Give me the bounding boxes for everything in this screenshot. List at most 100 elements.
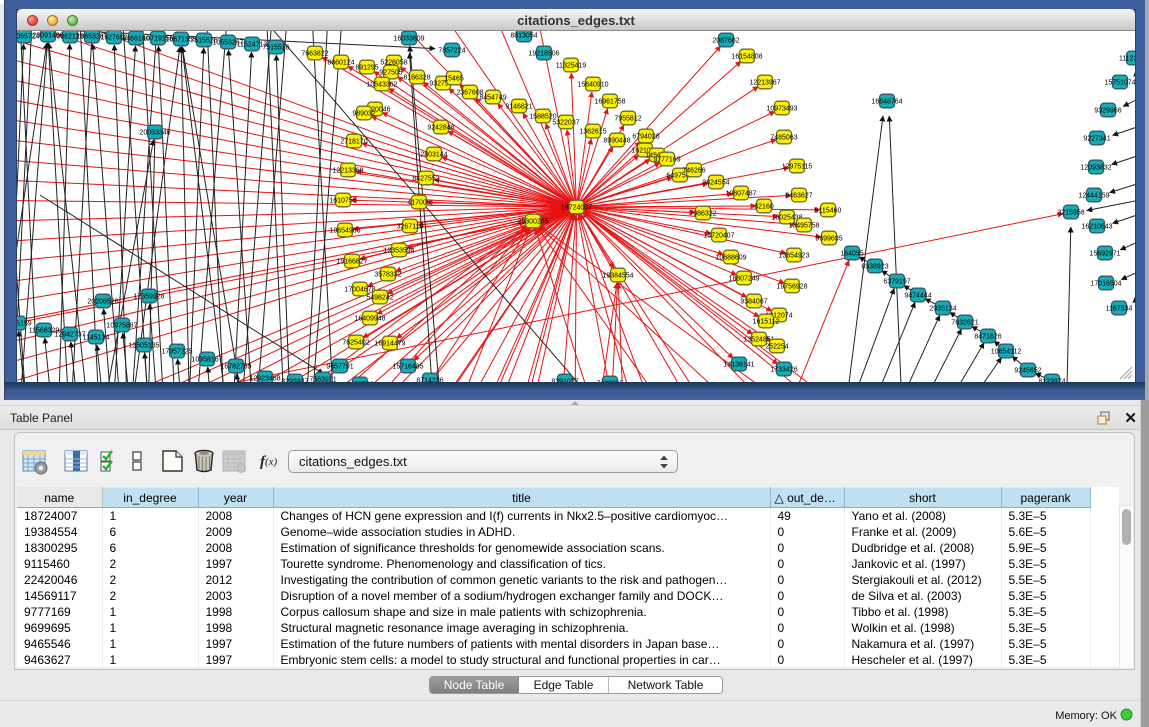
- svg-text:3267110: 3267110: [397, 224, 424, 231]
- svg-text:17359928: 17359928: [133, 294, 164, 301]
- svg-text:15716485: 15716485: [392, 364, 423, 371]
- svg-text:16961758: 16961758: [594, 99, 625, 106]
- svg-text:16210643: 16210643: [1081, 224, 1112, 231]
- svg-text:16409948: 16409948: [354, 316, 385, 323]
- svg-text:8471626: 8471626: [974, 334, 1001, 341]
- svg-text:9227341: 9227341: [1083, 136, 1110, 143]
- svg-text:2803144: 2803144: [420, 152, 447, 159]
- svg-text:7625402: 7625402: [342, 340, 369, 347]
- svg-text:3624554: 3624554: [702, 180, 729, 187]
- svg-text:10543362: 10543362: [366, 82, 397, 89]
- svg-text:2087682: 2087682: [712, 38, 739, 45]
- svg-text:8990448: 8990448: [603, 138, 630, 145]
- svg-text:10975887: 10975887: [106, 323, 137, 330]
- svg-text:11325419: 11325419: [556, 63, 587, 70]
- svg-text:20206526: 20206526: [87, 299, 118, 306]
- svg-text:12505135: 12505135: [128, 343, 159, 350]
- svg-text:16648764: 16648764: [871, 99, 902, 106]
- svg-text:19654985: 19654985: [329, 228, 360, 235]
- svg-text:15751074: 15751074: [1104, 80, 1135, 87]
- svg-text:7955812: 7955812: [614, 116, 641, 123]
- svg-text:7485063: 7485063: [770, 135, 797, 142]
- svg-text:13654923: 13654923: [778, 253, 809, 260]
- svg-text:1610755: 1610755: [329, 198, 356, 205]
- svg-text:417006: 417006: [407, 200, 430, 207]
- svg-text:8186328: 8186328: [403, 75, 430, 82]
- svg-text:13495758: 13495758: [788, 223, 819, 230]
- svg-text:62160: 62160: [754, 204, 774, 211]
- svg-text:989032: 989032: [352, 111, 375, 118]
- svg-text:14136141: 14136141: [723, 362, 754, 369]
- svg-text:7663822: 7663822: [301, 51, 328, 58]
- svg-text:6379197: 6379197: [883, 279, 910, 286]
- svg-text:9242848: 9242848: [427, 125, 454, 132]
- svg-text:(x): (x): [265, 456, 278, 468]
- svg-text:18807249: 18807249: [728, 276, 759, 283]
- svg-text:12975115: 12975115: [782, 164, 813, 171]
- svg-text:7857224: 7857224: [438, 48, 465, 55]
- svg-text:891295: 891295: [355, 65, 378, 72]
- svg-text:9463627: 9463627: [785, 193, 812, 200]
- svg-text:927505: 927505: [379, 70, 402, 77]
- svg-text:2935134: 2935134: [929, 306, 956, 313]
- svg-text:9329966: 9329966: [1094, 108, 1121, 115]
- svg-text:7986322: 7986322: [689, 211, 716, 218]
- svg-text:12444159: 12444159: [1078, 193, 1109, 200]
- svg-text:1733426: 1733426: [770, 367, 797, 374]
- svg-text:18724007: 18724007: [561, 205, 592, 212]
- svg-text:10958167: 10958167: [191, 357, 222, 364]
- svg-text:12213967: 12213967: [749, 80, 780, 87]
- svg-text:10654112: 10654112: [991, 349, 1022, 356]
- svg-text:12353594: 12353594: [383, 248, 414, 255]
- svg-text:2718170: 2718170: [340, 139, 367, 146]
- svg-text:17957225: 17957225: [161, 349, 192, 356]
- svg-text:9657791: 9657791: [326, 364, 353, 371]
- svg-text:12093832: 12093832: [1080, 165, 1111, 172]
- svg-text:8454749: 8454749: [479, 95, 506, 102]
- svg-text:9699695: 9699695: [815, 236, 842, 243]
- svg-text:164095: 164095: [840, 251, 863, 258]
- svg-text:15465: 15465: [444, 76, 464, 83]
- svg-text:8813054: 8813054: [510, 33, 537, 40]
- svg-text:8427552: 8427552: [412, 176, 439, 183]
- svg-text:17004678: 17004678: [344, 287, 375, 294]
- svg-text:9777169: 9777169: [653, 157, 680, 164]
- svg-text:8660124: 8660124: [327, 60, 354, 67]
- svg-text:10973493: 10973493: [766, 106, 797, 113]
- svg-text:11123984: 11123984: [1119, 56, 1135, 63]
- svg-text:20053346: 20053346: [139, 130, 170, 137]
- svg-text:1362615: 1362615: [579, 129, 606, 136]
- svg-text:7632621: 7632621: [951, 320, 978, 327]
- svg-text:17016504: 17016504: [1090, 281, 1121, 288]
- svg-text:5498242: 5498242: [366, 295, 393, 302]
- svg-text:12942737: 12942737: [54, 332, 85, 339]
- svg-text:9245652: 9245652: [1014, 368, 1041, 375]
- svg-text:8938923: 8938923: [861, 264, 888, 271]
- svg-text:15692971: 15692971: [1089, 251, 1120, 258]
- svg-text:6794028: 6794028: [632, 134, 659, 141]
- svg-text:9915159: 9915159: [17, 321, 32, 328]
- svg-text:10807487: 10807487: [725, 191, 756, 198]
- svg-text:5322037: 5322037: [552, 120, 579, 127]
- svg-text:16033809: 16033809: [393, 36, 424, 43]
- svg-text:252254: 252254: [765, 344, 788, 351]
- svg-text:9384067: 9384067: [740, 299, 767, 306]
- svg-text:10688609: 10688609: [715, 255, 746, 262]
- svg-text:3578332: 3578332: [374, 272, 401, 279]
- svg-text:9474444: 9474444: [904, 293, 931, 300]
- svg-text:3215958: 3215958: [1057, 210, 1084, 217]
- svg-text:16154808: 16154808: [731, 54, 762, 61]
- svg-text:1615112: 1615112: [753, 319, 780, 326]
- svg-text:19384554: 19384554: [602, 273, 633, 280]
- svg-text:1167534: 1167534: [1106, 306, 1133, 313]
- svg-text:12213369: 12213369: [332, 168, 363, 175]
- svg-text:7515526: 7515526: [262, 45, 289, 52]
- svg-text:9115460: 9115460: [815, 208, 842, 215]
- svg-text:19166827: 19166827: [336, 259, 367, 266]
- svg-text:15720407: 15720407: [703, 233, 734, 240]
- svg-text:1145134: 1145134: [83, 335, 110, 342]
- svg-text:16914479: 16914479: [374, 341, 405, 348]
- svg-text:746266: 746266: [682, 168, 705, 175]
- svg-text:25300285: 25300285: [517, 219, 548, 226]
- svg-text:19756928: 19756928: [776, 284, 807, 291]
